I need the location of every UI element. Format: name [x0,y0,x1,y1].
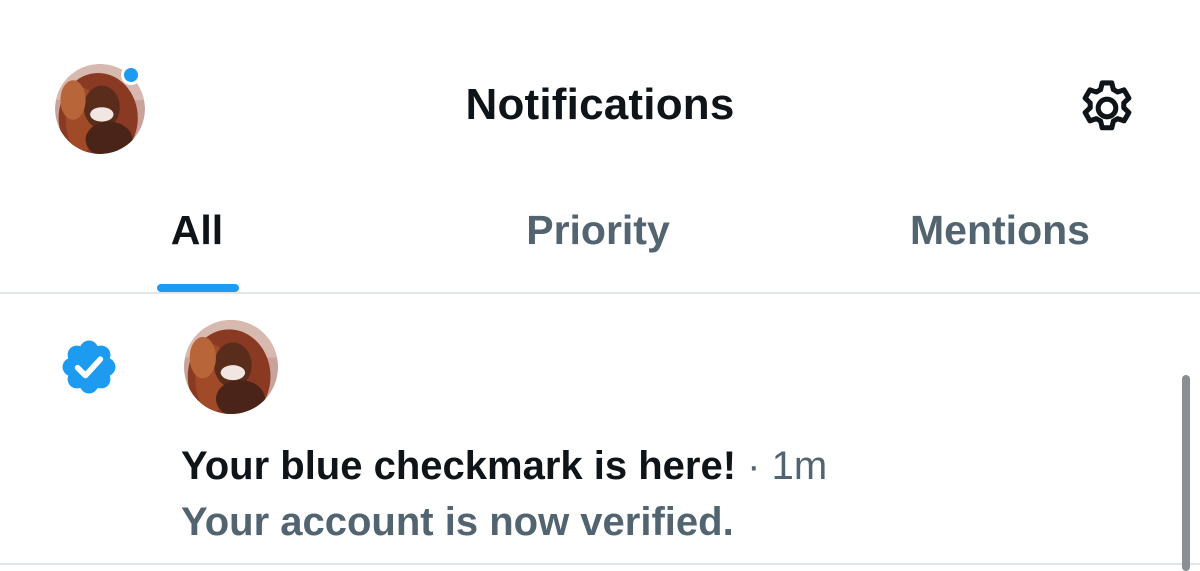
notifications-screen: Notifications All Priority Mentions Your… [0,0,1200,571]
avatar[interactable] [184,320,278,414]
settings-button[interactable] [1071,72,1143,144]
notification-item[interactable]: Your blue checkmark is here! · 1m Your a… [0,294,1180,564]
notification-title: Your blue checkmark is here! [181,444,737,488]
timestamp: 1m [771,444,828,488]
divider [0,563,1200,565]
page-title: Notifications [465,80,735,129]
tab-mentions[interactable]: Mentions [850,204,1150,256]
scrollbar[interactable] [1182,375,1190,571]
separator: · [736,444,772,488]
active-tab-indicator [157,284,239,292]
tab-all[interactable]: All [97,204,297,256]
notification-header: Your blue checkmark is here! · 1m [181,442,827,490]
tab-priority[interactable]: Priority [448,204,748,256]
notification-body: Your account is now verified. [181,500,734,544]
gear-icon [1082,80,1132,131]
verified-badge-icon [62,340,116,394]
